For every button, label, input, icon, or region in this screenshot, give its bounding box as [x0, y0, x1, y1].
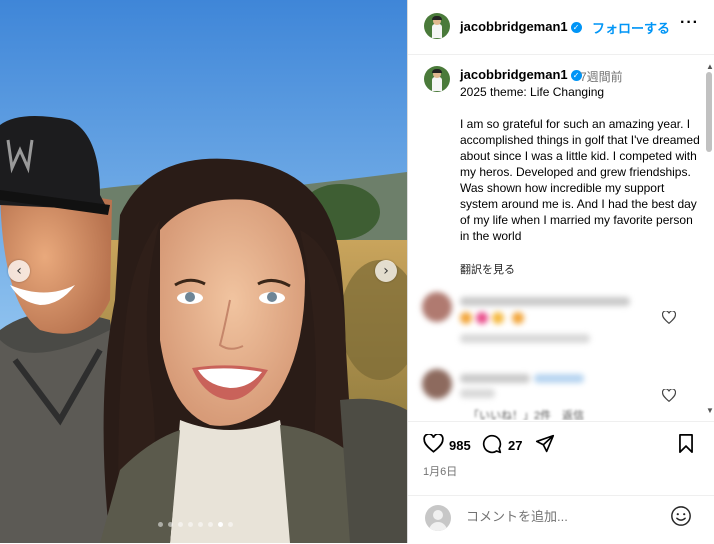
bookmark-icon[interactable] — [678, 434, 694, 458]
caption-time[interactable]: 7週間前 — [580, 68, 623, 85]
scrollbar[interactable]: ▲ ▼ — [706, 62, 714, 415]
emoji-picker-icon[interactable] — [670, 505, 692, 532]
carousel-dot — [188, 522, 193, 527]
carousel-dot — [208, 522, 213, 527]
author-username-link[interactable]: jacobbridgeman1 ✓ — [460, 19, 582, 34]
comment-meta: 「いいね！」2件 返信 — [468, 410, 585, 420]
verified-badge-icon: ✓ — [570, 22, 582, 33]
heart-icon[interactable] — [423, 433, 444, 458]
caption-text: 2025 theme: Life Changing I am so gratef… — [460, 85, 700, 243]
commenter-avatar — [422, 369, 452, 399]
carousel-dot-active — [218, 522, 223, 527]
scroll-down-arrow-icon[interactable]: ▼ — [706, 406, 714, 415]
action-bar: 985 27 — [408, 421, 714, 462]
caption-author-avatar[interactable] — [424, 66, 450, 92]
follow-button[interactable]: フォローする — [592, 18, 670, 37]
author-avatar[interactable] — [424, 13, 450, 39]
commenter-avatar — [422, 292, 452, 322]
carousel-dot — [178, 522, 183, 527]
see-translation-link[interactable]: 翻訳を見る — [460, 261, 515, 277]
instagram-post-modal: ‹ › jacobbridgeman1 ✓ フォローする ··· jacobbr… — [0, 0, 714, 543]
like-comment-heart-icon[interactable] — [661, 388, 677, 407]
carousel-dots — [158, 522, 233, 527]
add-comment-input[interactable] — [464, 508, 668, 525]
post-header: jacobbridgeman1 ✓ フォローする ··· — [408, 0, 714, 55]
comment-icon[interactable] — [482, 434, 502, 459]
scroll-up-arrow-icon[interactable]: ▲ — [706, 62, 714, 71]
comments-scroll-area[interactable]: jacobbridgeman1 ✓ 7週間前 2025 theme: Life C… — [408, 55, 714, 420]
post-side-panel: jacobbridgeman1 ✓ フォローする ··· jacobbridgem… — [407, 0, 714, 543]
current-user-avatar — [425, 505, 451, 531]
share-icon[interactable] — [535, 434, 555, 458]
chevron-left-icon[interactable]: ‹ — [8, 260, 30, 282]
add-comment-bar — [408, 495, 714, 544]
post-date[interactable]: 1月6日 — [423, 463, 457, 479]
comment-count: 27 — [508, 438, 523, 453]
caption-username-link[interactable]: jacobbridgeman1 ✓ — [460, 67, 582, 82]
like-count[interactable]: 985 — [449, 438, 471, 453]
chevron-right-icon[interactable]: › — [375, 260, 397, 282]
carousel-dot — [228, 522, 233, 527]
carousel-dot — [198, 522, 203, 527]
like-comment-heart-icon[interactable] — [661, 310, 677, 329]
caption-username: jacobbridgeman1 — [460, 67, 568, 82]
scrollbar-thumb[interactable] — [706, 72, 712, 152]
carousel-dot — [158, 522, 163, 527]
author-username: jacobbridgeman1 — [460, 19, 568, 34]
more-options-icon[interactable]: ··· — [680, 14, 699, 32]
post-photo — [0, 0, 407, 543]
carousel-dot — [168, 522, 173, 527]
post-photo-area: ‹ › — [0, 0, 407, 543]
